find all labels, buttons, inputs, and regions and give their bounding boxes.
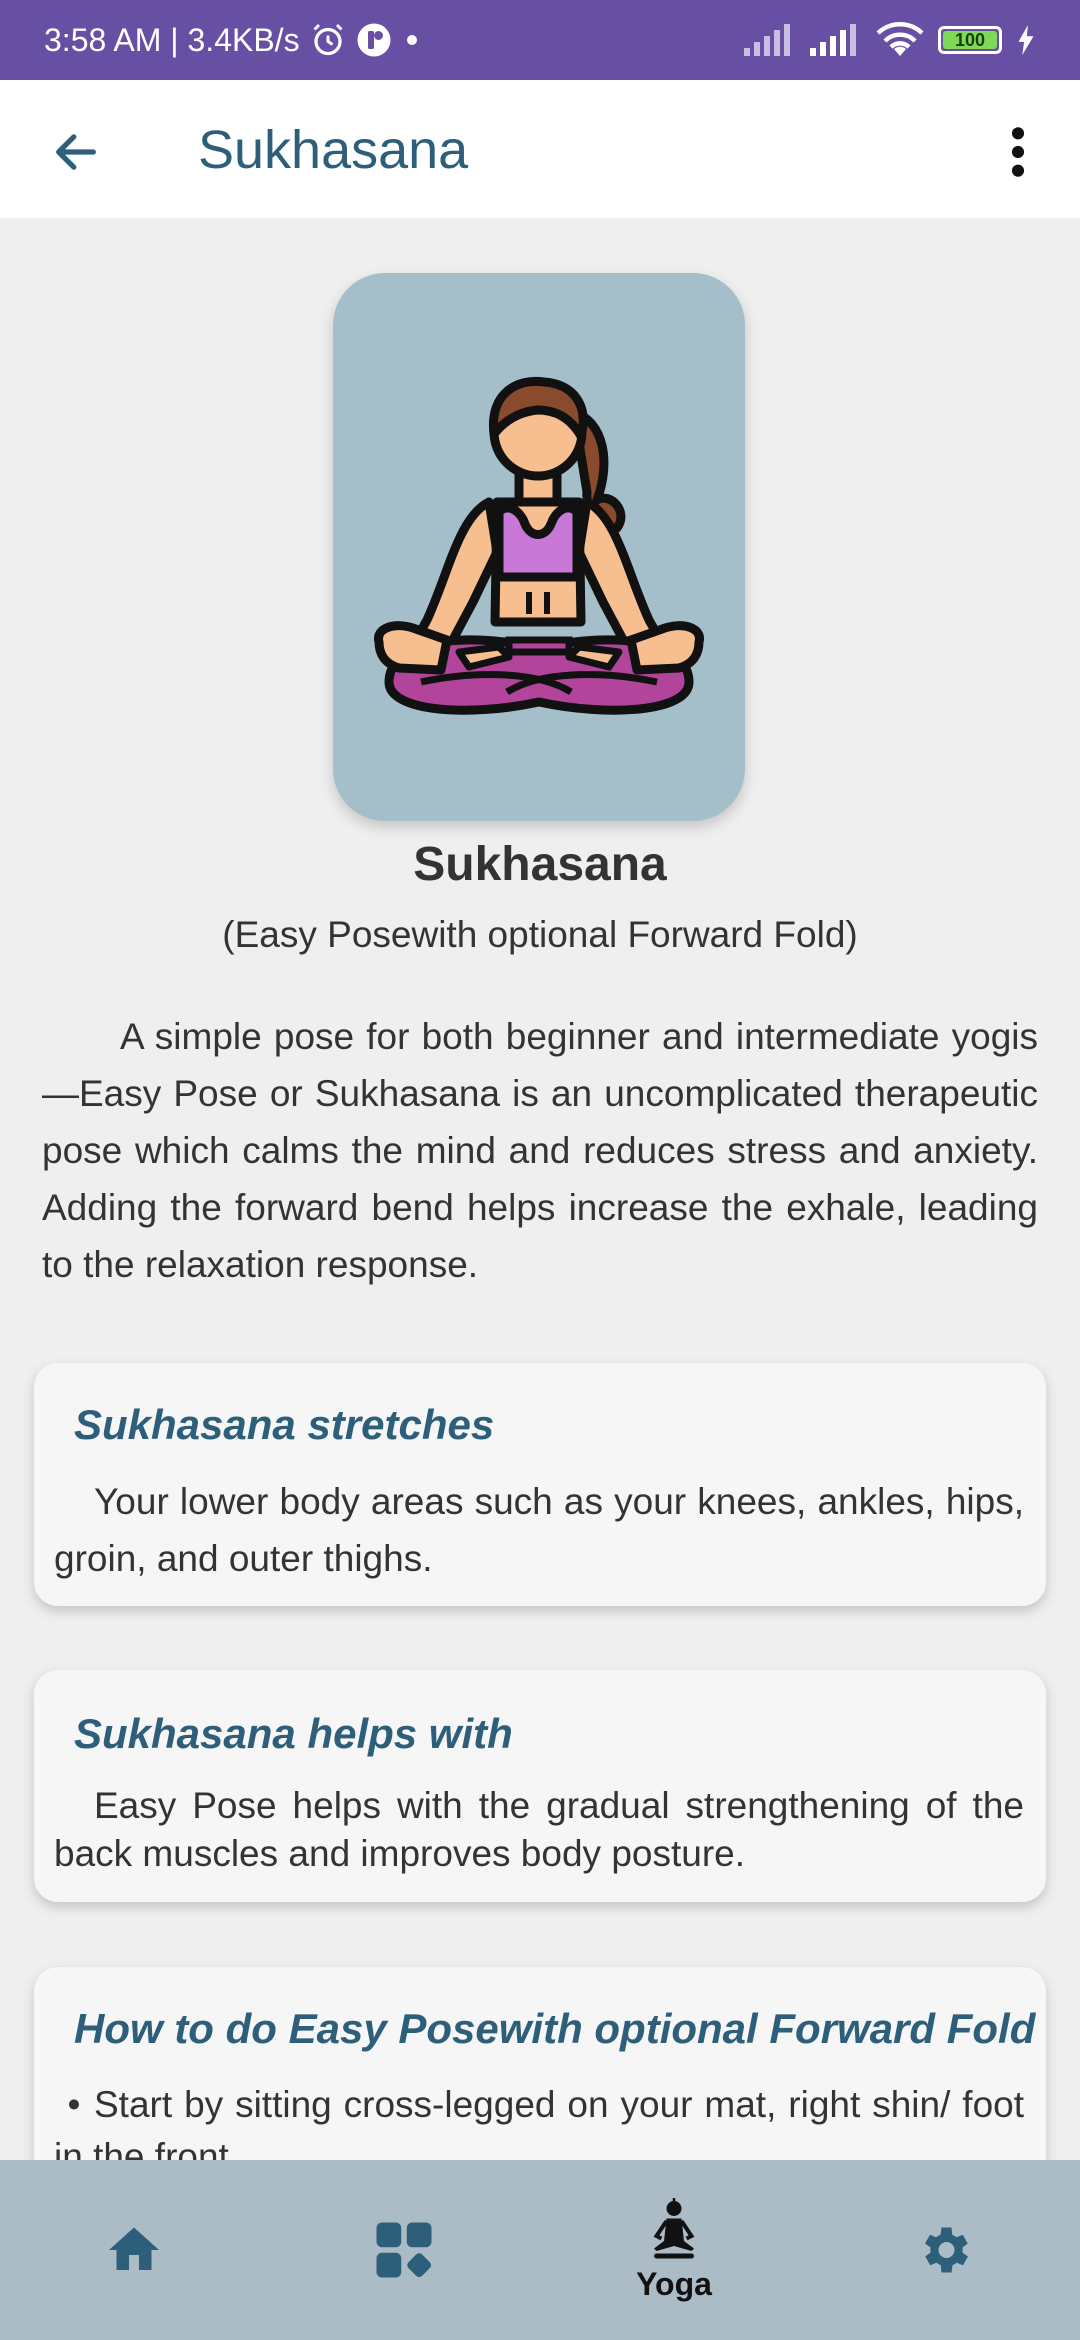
wifi-icon: [876, 22, 924, 58]
app-bar: Sukhasana: [0, 80, 1080, 218]
signal-icon-2: [810, 24, 862, 56]
battery-icon: 100: [938, 26, 1002, 54]
nav-settings[interactable]: [884, 2160, 1004, 2340]
status-bar: 3:58 AM | 3.4KB/s 100: [0, 0, 1080, 80]
arrow-left-icon: [56, 134, 96, 170]
card-title: Sukhasana helps with: [74, 1710, 513, 1757]
home-icon: [109, 2227, 159, 2270]
app-notification-icon: [356, 22, 392, 58]
bullet: •: [67, 2084, 81, 2125]
card-body: Easy Pose helps with the gradual strengt…: [54, 1785, 1024, 1874]
yoga-meditation-icon: [653, 2197, 695, 2258]
dashboard-icon: [376, 2222, 432, 2278]
nav-yoga[interactable]: Yoga: [614, 2160, 734, 2340]
pose-name: Sukhasana: [413, 838, 667, 891]
nav-home[interactable]: [74, 2160, 194, 2340]
card-title: Sukhasana stretches: [74, 1401, 495, 1448]
charging-icon: [1016, 25, 1036, 55]
pose-description: A simple pose for both beginner and inte…: [42, 1016, 1038, 1285]
status-left: 3:58 AM | 3.4KB/s: [44, 22, 422, 59]
meditation-pose-illustration: [374, 376, 704, 715]
pose-image-card: [333, 273, 745, 821]
page-title: Sukhasana: [198, 120, 469, 180]
dot-icon: [402, 30, 422, 50]
settings-gear-icon: [925, 2227, 968, 2273]
helps-with-card: Sukhasana helps with Easy Pose helps wit…: [34, 1670, 1046, 1902]
nav-dashboard[interactable]: [344, 2160, 464, 2340]
nav-yoga-label: Yoga: [636, 2265, 712, 2302]
status-right: 100: [744, 22, 1036, 58]
alarm-icon: [310, 22, 346, 58]
signal-icon: [744, 24, 796, 56]
stretches-card: Sukhasana stretches Your lower body area…: [34, 1363, 1046, 1606]
back-button[interactable]: [40, 116, 112, 188]
card-body: Your lower body areas such as your knees…: [54, 1481, 1024, 1579]
battery-level: 100: [954, 29, 986, 50]
bottom-navigation: Yoga: [0, 2160, 1080, 2340]
pose-subtitle: (Easy Posewith optional Forward Fold): [222, 914, 858, 955]
more-options-button[interactable]: [988, 116, 1048, 188]
status-time-speed: 3:58 AM | 3.4KB/s: [44, 21, 300, 58]
card-title: How to do Easy Posewith optional Forward…: [74, 2005, 1036, 2052]
more-vert-icon: [1011, 127, 1025, 177]
